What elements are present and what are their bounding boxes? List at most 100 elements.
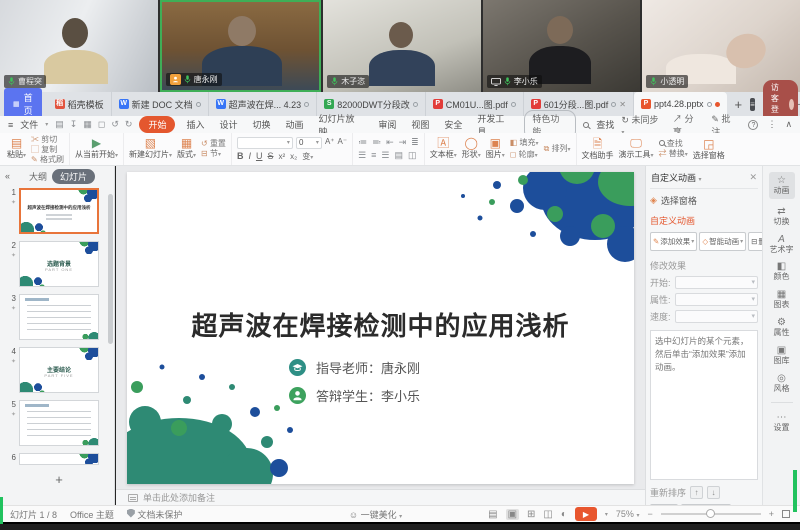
save-icon[interactable]: ▤ (55, 119, 64, 130)
slide-editor[interactable]: 超声波在焊接检测中的应用浅析 指导老师：唐永刚 答辩学生：李小乐 (127, 172, 634, 484)
slide-thumbnail-4[interactable]: 4✦ 主要结论 PART FIVE (4, 347, 114, 393)
textbox-button[interactable]: 🄰 文本框▾ (430, 137, 457, 160)
bullets-icon[interactable]: ≔ (358, 137, 367, 148)
slide-thumbnail-3[interactable]: 3✦ (4, 294, 114, 340)
file-menu[interactable]: 文件 (20, 118, 38, 131)
print-icon[interactable]: ▦ (83, 119, 92, 130)
justify-icon[interactable]: ▤ (394, 150, 403, 161)
tab-ultrasonic-doc[interactable]: W 超声波在焊... 4.23 (209, 92, 318, 116)
selection-pane-link[interactable]: ◈ 选择窗格 (650, 194, 758, 207)
move-down-button[interactable]: ↓ (707, 486, 720, 499)
property-dropdown[interactable] (675, 293, 758, 306)
format-painter-button[interactable]: ✎ 格式刷 (31, 155, 64, 164)
pin-icon[interactable] (196, 102, 201, 107)
menu-home[interactable]: 开始 (139, 116, 175, 133)
add-slide-button[interactable]: + (4, 472, 114, 487)
tab-close-icon[interactable]: ✕ (619, 100, 626, 109)
video-tile-speaking[interactable]: 唐永刚 (160, 0, 322, 92)
collapse-ribbon-icon[interactable]: ∧ (785, 119, 792, 130)
shapes-button[interactable]: ◯ 形状▾ (462, 137, 481, 160)
redo-icon[interactable]: ↻ (125, 119, 133, 130)
strikethrough-button[interactable]: S (267, 151, 273, 161)
student-line[interactable]: 答辩学生：李小乐 (289, 386, 420, 405)
reset-button[interactable]: ↺ 重置 (201, 139, 226, 148)
play-from-current-button[interactable]: ▶ 从当前开始▾ (75, 137, 118, 160)
copy-button[interactable]: ▢ 复制 (31, 145, 64, 154)
video-tile[interactable]: 曹程突 (0, 0, 158, 92)
smart-animation-button[interactable]: ◇智能动画▾ (699, 232, 746, 251)
outdent-icon[interactable]: ⇤ (386, 137, 394, 148)
cut-button[interactable]: ✂ 剪切 (31, 135, 64, 144)
sidebar-item-wordart[interactable]: A艺术字 (770, 234, 794, 255)
menu-view[interactable]: 视图 (407, 117, 433, 132)
decrease-font-icon[interactable]: A⁻ (338, 137, 348, 149)
menu-animation[interactable]: 动画 (281, 117, 307, 132)
sidebar-item-color[interactable]: ◧颜色 (774, 261, 790, 282)
sidebar-item-properties[interactable]: ⚙属性 (774, 317, 790, 338)
arrange-button[interactable]: ⧉ 排列▾ (544, 144, 571, 155)
indent-icon[interactable]: ⇥ (399, 137, 407, 148)
slide-sorter-icon[interactable]: ⊞ (527, 509, 535, 520)
bold-button[interactable]: B (237, 151, 244, 161)
zoom-in-button[interactable]: + (769, 509, 774, 519)
sidebar-item-transition[interactable]: ⇄切换 (774, 206, 790, 227)
slide-thumbnail-6[interactable]: 6 (4, 453, 114, 465)
superscript-icon[interactable]: x² (278, 152, 285, 161)
sidebar-item-gallery[interactable]: ▣图库 (774, 345, 790, 366)
pin-icon[interactable] (707, 102, 712, 107)
video-tile[interactable]: 小透明 (642, 0, 800, 92)
print-preview-icon[interactable]: ◻ (98, 119, 105, 130)
export-icon[interactable]: ↧ (70, 119, 78, 130)
new-tab-button[interactable]: + (727, 97, 751, 112)
numbering-icon[interactable]: ≕ (372, 137, 381, 148)
pin-icon[interactable] (611, 102, 616, 107)
pin-icon[interactable] (304, 102, 309, 107)
custom-animation-tab[interactable]: 自定义动画 (650, 214, 758, 227)
normal-view-icon[interactable]: ▣ (506, 509, 519, 520)
increase-font-icon[interactable]: A⁺ (325, 137, 335, 149)
fill-button[interactable]: ◧ 填充▾ (510, 138, 539, 149)
start-dropdown[interactable] (675, 276, 758, 289)
sidebar-item-style[interactable]: ◎风格 (774, 373, 790, 394)
outline-button[interactable]: ◻ 轮廓▾ (510, 150, 539, 161)
video-tile[interactable]: 木子恣 (323, 0, 481, 92)
undo-icon[interactable]: ↺ (111, 119, 119, 130)
menu-review[interactable]: 审阅 (374, 117, 400, 132)
sidebar-item-animation[interactable]: ☆动画 (769, 172, 795, 199)
help-icon[interactable]: ? (748, 120, 758, 130)
menu-insert[interactable]: 插入 (182, 117, 208, 132)
italic-button[interactable]: I (248, 151, 251, 161)
animation-list[interactable]: 选中幻灯片的某个元素，然后单击“添加效果”添加动画。 (650, 330, 758, 480)
hamburger-icon[interactable]: ≡ (8, 120, 13, 130)
font-size-input[interactable]: 0▾ (296, 137, 322, 149)
tab-new-doc[interactable]: W 新建 DOC 文档 (112, 92, 209, 116)
selection-pane-button[interactable]: ◲ 选择窗格 (693, 138, 725, 161)
zoom-slider[interactable] (661, 513, 761, 515)
subscript-icon[interactable]: x₂ (290, 152, 297, 161)
notes-bar[interactable]: 单击此处添加备注 (116, 489, 645, 505)
doc-assistant-button[interactable]: 🗎 文档助手 (582, 138, 614, 161)
tab-list-menu-icon[interactable]: ≡ (750, 98, 755, 111)
section-button[interactable]: ⊟ 节▾ (201, 149, 226, 160)
zoom-slider-knob[interactable] (706, 509, 715, 518)
underline-button[interactable]: U (256, 151, 263, 161)
find-ribbon-button[interactable]: 查找 (659, 139, 688, 148)
reading-view-icon[interactable]: ◫ (543, 509, 552, 520)
slide-title[interactable]: 超声波在焊接检测中的应用浅析 (127, 306, 634, 343)
notes-view-icon[interactable]: ▤ (488, 509, 497, 520)
outline-tab[interactable]: 大纲 (29, 170, 47, 183)
present-tools-button[interactable]: 🖵 演示工具▾ (619, 137, 654, 160)
line-spacing-icon[interactable]: ≣ (411, 137, 419, 148)
menu-design[interactable]: 设计 (215, 117, 241, 132)
pin-icon[interactable] (511, 102, 516, 107)
theme-toggle-icon[interactable]: ◐ (561, 509, 567, 520)
align-left-icon[interactable]: ☰ (358, 150, 366, 161)
new-slide-button[interactable]: ▧ 新建幻灯片▾ (129, 137, 172, 160)
text-transform-button[interactable]: 变▾ (302, 151, 313, 162)
zoom-out-button[interactable]: − (647, 509, 652, 519)
zoom-level[interactable]: 75% ▾ (616, 509, 640, 519)
slideshow-play-button[interactable]: ▶ (575, 507, 597, 521)
speed-dropdown[interactable] (675, 310, 758, 323)
panel-close-icon[interactable]: ✕ (749, 172, 757, 183)
paste-button[interactable]: ▤ 粘贴▾ (7, 137, 26, 160)
